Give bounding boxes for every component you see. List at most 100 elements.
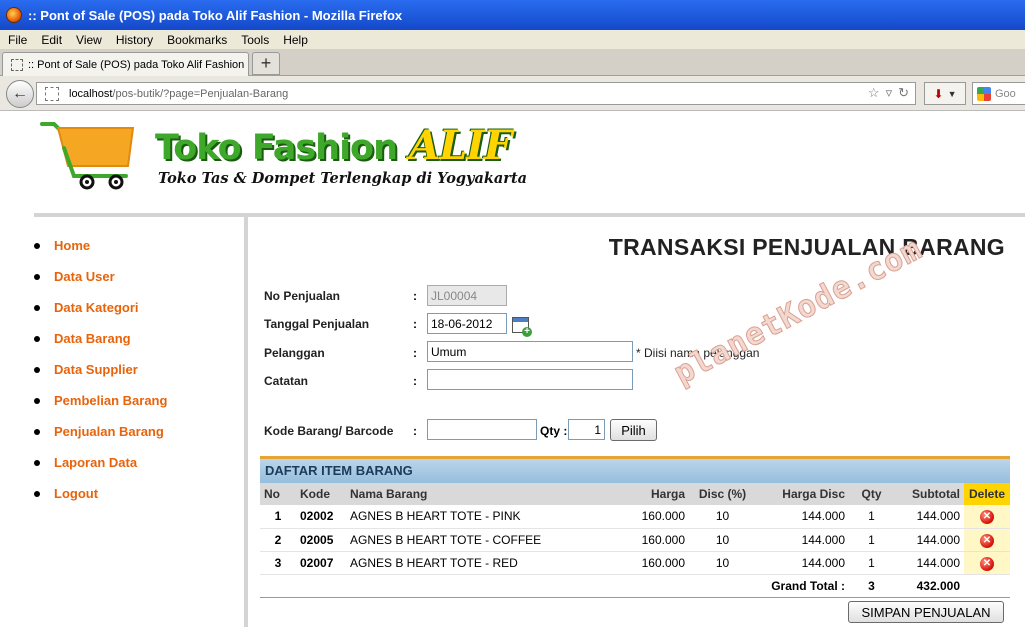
bullet-icon xyxy=(34,459,40,466)
bullet-icon xyxy=(34,366,40,373)
tab-label: :: Pont of Sale (POS) pada Toko Alif Fas… xyxy=(28,58,245,71)
calendar-icon[interactable] xyxy=(512,317,532,337)
cell-no: 1 xyxy=(260,505,296,529)
site-identity-icon xyxy=(45,86,59,101)
sidebar-item-laporan-data[interactable]: Laporan Data xyxy=(34,447,244,478)
col-kode: Kode xyxy=(296,483,346,505)
pelanggan-field[interactable] xyxy=(427,341,633,362)
col-disc: Disc (%) xyxy=(689,483,756,505)
menu-view[interactable]: View xyxy=(69,33,109,47)
no-penjualan-label: No Penjualan xyxy=(264,289,341,303)
cell-qty: 1 xyxy=(849,505,894,529)
address-bar[interactable]: localhost/pos-butik/?page=Penjualan-Bara… xyxy=(36,82,916,105)
grand-total-row: Grand Total : 3 432.000 xyxy=(260,574,1010,598)
tab-active[interactable]: :: Pont of Sale (POS) pada Toko Alif Fas… xyxy=(2,52,249,76)
menu-help[interactable]: Help xyxy=(276,33,315,47)
items-table: No Kode Nama Barang Harga Disc (%) Harga… xyxy=(260,483,1010,598)
table-row: 3 02007 AGNES B HEART TOTE - RED 160.000… xyxy=(260,551,1010,575)
shopping-cart-icon xyxy=(40,122,135,190)
sidebar-item-data-barang[interactable]: Data Barang xyxy=(34,323,244,354)
menu-edit[interactable]: Edit xyxy=(34,33,69,47)
tanggal-field[interactable] xyxy=(427,313,507,334)
sidebar-item-data-supplier[interactable]: Data Supplier xyxy=(34,354,244,385)
delete-icon[interactable]: ✕ xyxy=(980,556,994,571)
url-host: localhost xyxy=(69,87,113,100)
back-button[interactable]: ← xyxy=(6,80,34,108)
cell-nama: AGNES B HEART TOTE - RED xyxy=(346,551,561,575)
cell-nama: AGNES B HEART TOTE - COFFEE xyxy=(346,528,561,552)
cell-subtotal: 144.000 xyxy=(894,505,964,529)
colon: : xyxy=(413,424,417,438)
cell-no: 2 xyxy=(260,528,296,552)
grand-total-label: Grand Total : xyxy=(260,574,849,598)
col-qty: Qty xyxy=(849,483,894,505)
menu-tools[interactable]: Tools xyxy=(234,33,276,47)
delete-cell: ✕ xyxy=(964,528,1010,552)
cell-qty: 1 xyxy=(849,528,894,552)
menu-bookmarks[interactable]: Bookmarks xyxy=(160,33,234,47)
bullet-icon xyxy=(34,490,40,497)
download-icon: ⬇ xyxy=(933,86,944,101)
col-harga-disc: Harga Disc xyxy=(756,483,849,505)
dropdown-arrow-icon[interactable]: ▿ xyxy=(886,85,893,101)
qty-label: Qty : xyxy=(540,424,568,438)
simpan-penjualan-button[interactable]: SIMPAN PENJUALAN xyxy=(848,601,1004,623)
menu-file[interactable]: File xyxy=(0,33,34,47)
cell-nama: AGNES B HEART TOTE - PINK xyxy=(346,505,561,529)
tanggal-label: Tanggal Penjualan xyxy=(264,317,370,331)
catatan-field[interactable] xyxy=(427,369,633,390)
sidebar-item-home[interactable]: Home xyxy=(34,230,244,261)
col-subtotal: Subtotal xyxy=(894,483,964,505)
window-title: :: Pont of Sale (POS) pada Toko Alif Fas… xyxy=(28,7,403,23)
sidebar-item-data-kategori[interactable]: Data Kategori xyxy=(34,292,244,323)
url-path: /pos-butik/?page=Penjualan-Barang xyxy=(112,87,289,100)
reload-icon[interactable]: ↻ xyxy=(898,85,909,101)
table-header-row: No Kode Nama Barang Harga Disc (%) Harga… xyxy=(260,483,1010,505)
cell-disc: 10 xyxy=(689,528,756,552)
brand-tagline: Toko Tas & Dompet Terlengkap di Yogyakar… xyxy=(158,170,528,187)
bullet-icon xyxy=(34,335,40,342)
bullet-icon xyxy=(34,242,40,249)
cell-harga-disc: 144.000 xyxy=(756,528,849,552)
download-button[interactable]: ⬇ ▼ xyxy=(924,82,966,105)
sidebar-item-logout[interactable]: Logout xyxy=(34,478,244,509)
col-nama-barang: Nama Barang xyxy=(346,483,561,505)
delete-cell: ✕ xyxy=(964,505,1010,529)
back-arrow-icon: ← xyxy=(12,85,28,102)
cell-disc: 10 xyxy=(689,551,756,575)
colon: : xyxy=(413,374,417,388)
sidebar-item-pembelian-barang[interactable]: Pembelian Barang xyxy=(34,385,244,416)
delete-cell: ✕ xyxy=(964,551,1010,575)
bullet-icon xyxy=(34,304,40,311)
firefox-icon xyxy=(6,7,22,23)
no-penjualan-field xyxy=(427,285,507,306)
pelanggan-label: Pelanggan xyxy=(264,346,325,360)
table-row: 2 02005 AGNES B HEART TOTE - COFFEE 160.… xyxy=(260,528,1010,552)
qty-field[interactable] xyxy=(568,419,605,440)
cell-kode: 02005 xyxy=(296,528,346,552)
sidebar-item-penjualan-barang[interactable]: Penjualan Barang xyxy=(34,416,244,447)
bullet-icon xyxy=(34,273,40,280)
search-box[interactable]: Goo xyxy=(972,82,1025,105)
delete-icon[interactable]: ✕ xyxy=(980,533,994,548)
menu-bar: File Edit View History Bookmarks Tools H… xyxy=(0,30,1025,49)
sidebar-item-data-user[interactable]: Data User xyxy=(34,261,244,292)
new-tab-button[interactable]: + xyxy=(252,52,280,75)
colon: : xyxy=(413,317,417,331)
chevron-down-icon: ▼ xyxy=(947,88,957,99)
cell-harga: 160.000 xyxy=(561,551,689,575)
table-row: 1 02002 AGNES B HEART TOTE - PINK 160.00… xyxy=(260,505,1010,529)
table-title: DAFTAR ITEM BARANG xyxy=(260,456,1010,483)
kode-barang-label: Kode Barang/ Barcode xyxy=(264,424,394,438)
kode-barang-field[interactable] xyxy=(427,419,537,440)
col-delete: Delete xyxy=(964,483,1010,505)
window-titlebar: :: Pont of Sale (POS) pada Toko Alif Fas… xyxy=(0,0,1025,30)
bookmark-star-icon[interactable]: ☆ xyxy=(868,85,880,101)
menu-history[interactable]: History xyxy=(109,33,160,47)
pilih-button[interactable]: Pilih xyxy=(610,419,657,441)
bullet-icon xyxy=(34,428,40,435)
delete-icon[interactable]: ✕ xyxy=(980,510,994,525)
search-placeholder: Goo xyxy=(995,87,1016,100)
brand-title: Toko Fashion ALIF xyxy=(155,122,512,169)
page-title: TRANSAKSI PENJUALAN BARANG xyxy=(608,234,1005,260)
